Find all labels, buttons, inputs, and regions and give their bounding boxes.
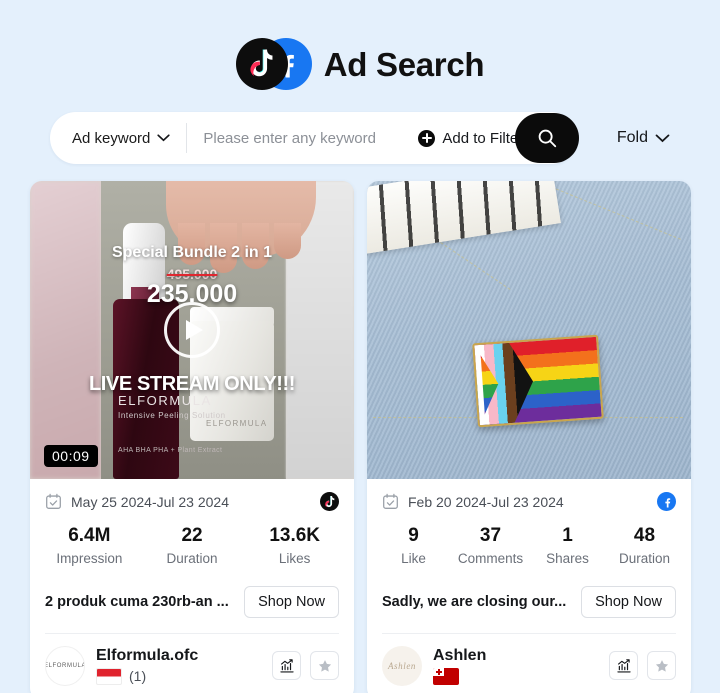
ad-card[interactable]: ELFORMULA Intensive Peeling Solution AHA… [30,181,354,693]
card-author-row: Ashlen Ashlen [367,634,691,693]
stat-label: Impression [56,550,123,566]
author-meta [433,667,598,685]
page-title: Ad Search [323,45,485,83]
favorite-button[interactable] [647,651,676,681]
author-name[interactable]: Ashlen [433,647,598,665]
stat-label: Comments [457,550,524,566]
author-name[interactable]: Elformula.ofc [96,647,261,665]
card-author-row: ELFORMULA Elformula.ofc (1) [30,634,354,693]
author-meta: (1) [96,667,261,685]
stat-value: 48 [633,525,656,546]
ad-title: Sadly, we are closing our... [382,593,567,610]
calendar-icon [46,493,61,509]
search-bar: Ad keyword Add to Filters Fold [50,112,670,164]
stat-item: 13.6K Likes [243,524,346,566]
stat-item: 1 Shares [529,524,606,566]
stat-value: 22 [181,525,203,546]
chevron-down-icon [655,134,670,142]
results-grid: ELFORMULA Intensive Peeling Solution AHA… [30,181,691,693]
card-date-row: May 25 2024-Jul 23 2024 [30,479,354,511]
card-actions [609,651,676,681]
product-ingredients-text: AHA BHA PHA + Plant Extract [118,447,223,454]
tiktok-platform-icon [320,492,339,511]
author-info: Elformula.ofc (1) [96,647,261,685]
favorite-button[interactable] [310,651,339,681]
tiktok-logo-icon [235,38,288,90]
stat-label: Like [401,550,426,566]
page-header: Ad Search [0,0,720,90]
analytics-button[interactable] [272,651,301,681]
avatar: Ashlen [382,645,422,686]
shop-now-button[interactable]: Shop Now [244,585,339,618]
stat-label: Likes [278,550,311,566]
ad-media-image[interactable] [367,181,691,479]
ad-media-video[interactable]: ELFORMULA Intensive Peeling Solution AHA… [30,181,354,479]
stat-label: Duration [618,550,671,566]
stat-item: 37 Comments [452,524,529,566]
fold-label: Fold [616,129,648,146]
card-stats: 6.4M Impression 22 Duration 13.6K Likes [30,511,354,572]
calendar-icon [383,493,398,509]
keyword-type-label: Ad keyword [72,129,151,147]
date-range: Feb 20 2024-Jul 23 2024 [408,493,564,510]
play-triangle-icon [185,320,203,340]
favorite-star-icon [655,659,668,672]
ad-title: 2 produk cuma 230rb-an ... [45,593,229,610]
pride-flag-pin [472,334,604,428]
stat-value: 1 [562,525,573,546]
analytics-button[interactable] [609,651,638,681]
search-button[interactable] [515,113,579,163]
stat-label: Shares [546,550,589,566]
card-title-row: Sadly, we are closing our... Shop Now [367,572,691,633]
analytics-icon [616,658,631,673]
fold-toggle[interactable]: Fold [617,129,670,147]
play-button[interactable] [164,302,220,358]
jar-brand-text: ELFORMULA [206,419,268,428]
search-input[interactable] [187,129,419,147]
ad-card[interactable]: Feb 20 2024-Jul 23 2024 9 Like 37 Commen… [367,181,691,693]
stat-value: 37 [479,525,502,546]
media-bg-left [30,181,102,479]
facebook-platform-icon [657,492,676,511]
tonga-flag-icon [433,667,459,685]
stat-value: 6.4M [68,525,111,546]
author-info: Ashlen [433,647,598,685]
ad-count: (1) [129,668,147,685]
search-bar-inner: Ad keyword Add to Filters [50,112,577,164]
card-date-row: Feb 20 2024-Jul 23 2024 [367,479,691,511]
overlay-headline: Special Bundle 2 in 1 [111,244,273,261]
keyword-type-dropdown[interactable]: Ad keyword [50,112,186,164]
chevron-down-icon [157,134,171,142]
stat-label: Duration [166,550,218,566]
analytics-icon [279,658,294,673]
shop-now-button[interactable]: Shop Now [581,585,676,618]
plus-icon [418,129,436,147]
duration-badge: 00:09 [44,445,98,467]
card-title-row: 2 produk cuma 230rb-an ... Shop Now [30,572,354,633]
stat-item: 6.4M Impression [38,524,141,566]
stat-item: 9 Like [375,524,452,566]
overlay-live-text: LIVE STREAM ONLY!!! [88,373,296,395]
indonesia-flag-icon [96,667,122,685]
stat-value: 9 [408,525,419,546]
stat-item: 22 Duration [141,524,244,566]
search-icon [538,129,557,148]
card-stats: 9 Like 37 Comments 1 Shares 48 Duration [367,511,691,572]
platform-logos [235,38,312,90]
stat-value: 13.6K [269,525,321,546]
stat-item: 48 Duration [606,524,683,566]
avatar: ELFORMULA [45,645,85,686]
favorite-star-icon [318,659,331,672]
card-actions [272,651,339,681]
date-range: May 25 2024-Jul 23 2024 [71,493,229,510]
